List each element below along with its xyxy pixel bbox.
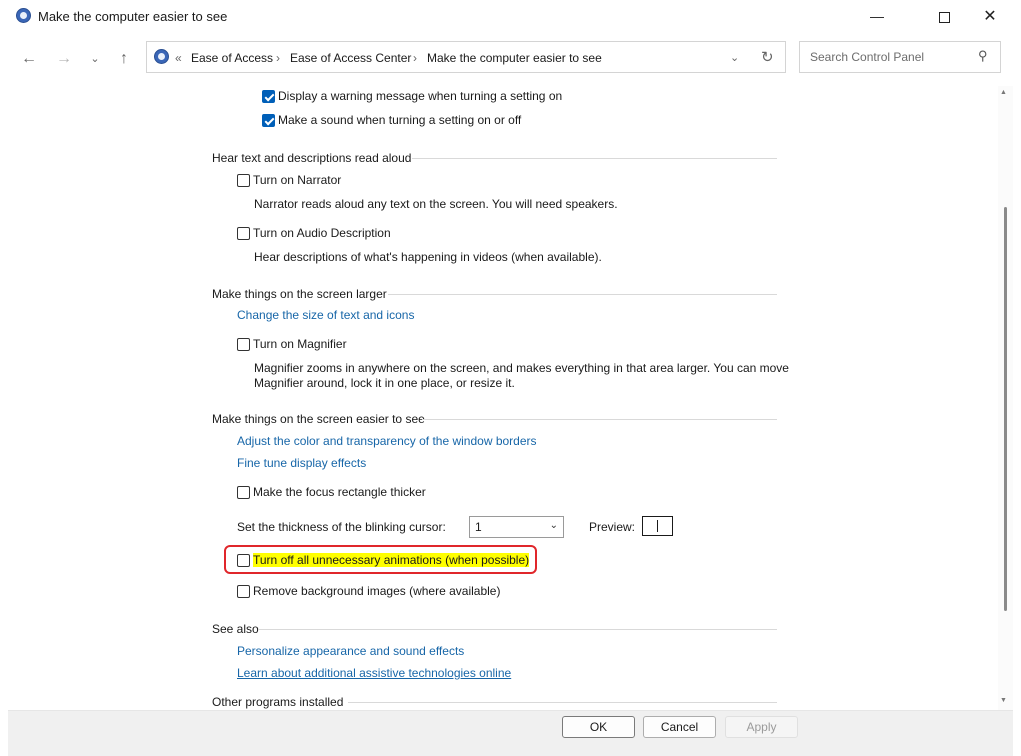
warning-message-label[interactable]: Display a warning message when turning a… — [278, 89, 562, 103]
breadcrumb-separator[interactable]: › — [413, 51, 417, 65]
chevron-down-icon: ⌄ — [90, 53, 100, 65]
ok-button[interactable]: OK — [562, 716, 635, 738]
chevron-down-icon: ⌄ — [549, 520, 558, 531]
breadcrumb-ease-of-access[interactable]: Ease of Access — [191, 51, 273, 65]
address-dropdown-button[interactable]: ⌄ — [730, 51, 739, 64]
forward-button[interactable]: → — [53, 50, 75, 68]
back-button[interactable]: ← — [18, 50, 40, 68]
refresh-button[interactable]: ↻ — [761, 48, 774, 66]
apply-button[interactable]: Apply — [725, 716, 798, 738]
arrow-right-icon: → — [56, 50, 72, 67]
minimize-icon: — — [870, 8, 884, 24]
minimize-button[interactable]: — — [853, 0, 901, 32]
animations-label[interactable]: Turn off all unnecessary animations (whe… — [253, 553, 530, 567]
magnifier-description-line2: Magnifier around, lock it in one place, … — [254, 376, 515, 390]
focus-rectangle-label[interactable]: Make the focus rectangle thicker — [253, 485, 426, 499]
section-divider — [388, 294, 777, 295]
window-title: Make the computer easier to see — [38, 9, 228, 24]
magnifier-label[interactable]: Turn on Magnifier — [253, 337, 347, 351]
breadcrumb-separator[interactable]: › — [276, 51, 280, 65]
maximize-icon — [938, 11, 950, 23]
control-panel-icon — [16, 8, 31, 23]
scroll-up-arrow-icon[interactable]: ▲ — [1000, 89, 1007, 96]
section-heading-hear: Hear text and descriptions read aloud — [212, 151, 412, 165]
magnifier-description-line1: Magnifier zooms in anywhere on the scree… — [254, 361, 789, 375]
arrow-up-icon: ↑ — [120, 50, 128, 67]
link-personalize[interactable]: Personalize appearance and sound effects — [237, 644, 464, 658]
section-heading-larger: Make things on the screen larger — [212, 287, 387, 301]
animations-checkbox[interactable] — [237, 554, 250, 567]
cursor-thickness-label: Set the thickness of the blinking cursor… — [237, 520, 446, 534]
narrator-description: Narrator reads aloud any text on the scr… — [254, 197, 618, 211]
breadcrumb-ease-of-access-center[interactable]: Ease of Access Center — [290, 51, 411, 65]
search-box[interactable]: ⚲ — [799, 41, 1001, 73]
cancel-button[interactable]: Cancel — [643, 716, 716, 738]
cursor-thickness-value: 1 — [475, 520, 482, 534]
recent-locations-button[interactable]: ⌄ — [84, 50, 106, 68]
link-assistive-technologies[interactable]: Learn about additional assistive technol… — [237, 666, 511, 680]
magnifier-checkbox[interactable] — [237, 338, 250, 351]
content-area — [8, 86, 998, 710]
audio-description-checkbox[interactable] — [237, 227, 250, 240]
section-divider — [348, 702, 777, 703]
focus-rectangle-checkbox[interactable] — [237, 486, 250, 499]
link-text-size[interactable]: Change the size of text and icons — [237, 308, 414, 322]
link-display-effects[interactable]: Fine tune display effects — [237, 456, 366, 470]
section-heading-see-also: See also — [212, 622, 259, 636]
link-window-borders[interactable]: Adjust the color and transparency of the… — [237, 434, 537, 448]
sound-checkbox[interactable] — [262, 114, 275, 127]
warning-message-checkbox[interactable] — [262, 90, 275, 103]
chevron-down-icon: ⌄ — [730, 52, 740, 64]
cursor-preview — [642, 516, 673, 536]
button-bar — [8, 710, 1013, 756]
section-divider — [412, 158, 777, 159]
background-images-checkbox[interactable] — [237, 585, 250, 598]
close-button[interactable]: ✕ — [966, 0, 1014, 32]
breadcrumb-current[interactable]: Make the computer easier to see — [427, 51, 602, 65]
section-divider — [258, 629, 777, 630]
audio-description-description: Hear descriptions of what's happening in… — [254, 250, 602, 264]
arrow-left-icon: ← — [21, 50, 37, 67]
title-bar: Make the computer easier to see — ✕ — [0, 0, 1021, 34]
up-button[interactable]: ↑ — [113, 50, 135, 68]
background-images-label[interactable]: Remove background images (where availabl… — [253, 584, 500, 598]
breadcrumb-overflow[interactable]: « — [175, 51, 182, 65]
search-icon[interactable]: ⚲ — [978, 48, 988, 64]
scroll-down-arrow-icon[interactable]: ▼ — [1000, 697, 1007, 704]
scrollbar-thumb[interactable] — [1004, 207, 1007, 611]
refresh-icon: ↻ — [761, 49, 774, 66]
address-bar[interactable]: « Ease of Access › Ease of Access Center… — [146, 41, 786, 73]
preview-label: Preview: — [589, 520, 636, 534]
section-heading-easier: Make things on the screen easier to see — [212, 412, 425, 426]
maximize-button[interactable] — [920, 0, 968, 32]
cursor-thickness-select[interactable]: 1 ⌄ — [469, 516, 564, 538]
section-heading-other-programs: Other programs installed — [212, 695, 344, 709]
search-input[interactable] — [808, 49, 972, 65]
narrator-label[interactable]: Turn on Narrator — [253, 173, 341, 187]
section-divider — [422, 419, 777, 420]
audio-description-label[interactable]: Turn on Audio Description — [253, 226, 391, 240]
control-panel-icon — [154, 49, 169, 64]
close-icon: ✕ — [983, 8, 997, 25]
sound-label[interactable]: Make a sound when turning a setting on o… — [278, 113, 521, 127]
narrator-checkbox[interactable] — [237, 174, 250, 187]
